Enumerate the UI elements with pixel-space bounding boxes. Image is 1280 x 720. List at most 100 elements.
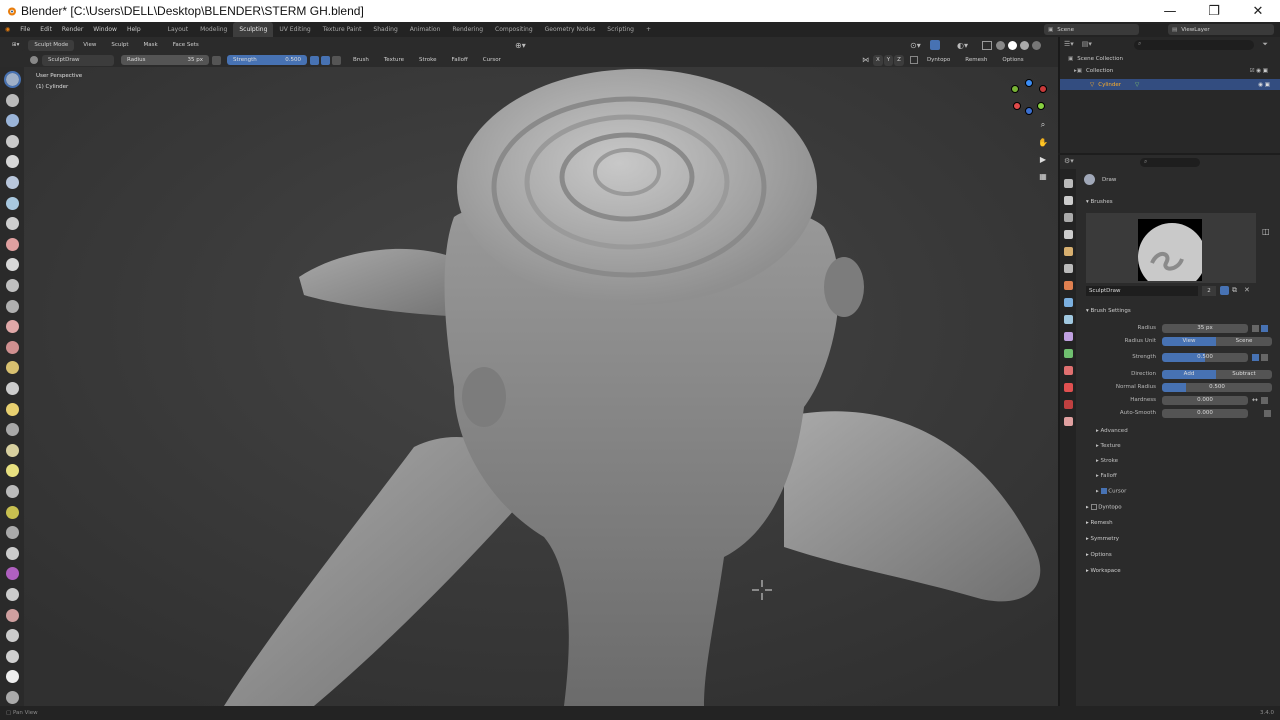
radius-field[interactable]: 35 px — [1162, 323, 1248, 333]
outliner-search-input[interactable]: ⌕ — [1134, 40, 1254, 50]
properties-tab-icon[interactable] — [1064, 179, 1073, 188]
view-layer-selector[interactable]: ▤ ViewLayer — [1168, 24, 1274, 35]
outliner-editor-icon[interactable]: ☰▾ — [1064, 40, 1074, 48]
menu-sculpt[interactable]: Sculpt — [105, 40, 134, 51]
navigation-gizmo[interactable] — [1009, 77, 1049, 117]
gizmo-toggle-icon[interactable] — [930, 40, 940, 50]
sculpt-tool-icon[interactable] — [6, 114, 19, 128]
subpanel-stroke[interactable]: ▸ Stroke — [1096, 458, 1118, 464]
transform-pivot-icon[interactable]: ⊕▾ — [515, 41, 526, 50]
menu-window[interactable]: Window — [88, 22, 122, 37]
sculpt-tool-icon[interactable] — [6, 546, 19, 560]
panel-workspace[interactable]: ▸ Workspace — [1086, 568, 1121, 574]
properties-tab-icon[interactable] — [1064, 315, 1073, 324]
menu-render[interactable]: Render — [57, 22, 88, 37]
sculpt-tool-icon[interactable] — [6, 320, 19, 334]
sculpt-tool-icon[interactable] — [6, 155, 19, 169]
visibility-icons[interactable]: ☑ ◉ ▣ — [1250, 68, 1268, 74]
dyntopo-checkbox[interactable] — [1090, 504, 1097, 510]
options-menu[interactable]: Options — [996, 55, 1029, 66]
menu-cursor[interactable]: Cursor — [477, 55, 507, 66]
menu-file[interactable]: File — [15, 22, 35, 37]
hardness-field[interactable]: 0.000 — [1162, 395, 1248, 405]
menu-view[interactable]: View — [77, 40, 102, 51]
menu-mask[interactable]: Mask — [138, 40, 164, 51]
menu-face-sets[interactable]: Face Sets — [167, 40, 205, 51]
dyntopo-menu[interactable]: Dyntopo — [921, 55, 956, 66]
panel-symmetry[interactable]: ▸ Symmetry — [1086, 536, 1119, 542]
auto-smooth-field[interactable]: 0.000 — [1162, 408, 1248, 418]
gizmo-y-axis[interactable] — [1037, 102, 1045, 110]
pan-hand-icon[interactable]: ✋ — [1037, 136, 1049, 148]
menu-brush[interactable]: Brush — [347, 55, 375, 66]
unlink-brush-icon[interactable]: ✕ — [1244, 286, 1250, 294]
tab-shading[interactable]: Shading — [367, 22, 403, 37]
sculpt-tool-icon[interactable] — [6, 505, 19, 519]
remesh-menu[interactable]: Remesh — [959, 55, 993, 66]
sculpt-tool-icon[interactable] — [6, 340, 19, 354]
subpanel-cursor[interactable]: ▸ Cursor — [1096, 488, 1126, 495]
radius-unit-scene[interactable]: Scene — [1216, 336, 1272, 346]
sculpt-tool-icon[interactable] — [6, 588, 19, 601]
properties-tab-icon[interactable] — [1064, 383, 1073, 392]
gizmo-x-neg-axis[interactable] — [1039, 85, 1047, 93]
radius-slider[interactable]: Radius 35 px — [121, 55, 209, 65]
strength-slider[interactable]: Strength 0.500 — [227, 55, 307, 65]
menu-stroke[interactable]: Stroke — [413, 55, 443, 66]
properties-tab-icon[interactable] — [1064, 230, 1073, 239]
properties-tab-icon[interactable] — [1064, 332, 1073, 341]
sculpt-tool-icon[interactable] — [6, 567, 19, 581]
tab-compositing[interactable]: Compositing — [489, 22, 539, 37]
sculpt-tool-icon[interactable] — [6, 649, 19, 663]
outliner-display-mode-icon[interactable]: ▤▾ — [1082, 40, 1092, 48]
properties-tab-icon[interactable] — [1064, 349, 1073, 358]
menu-edit[interactable]: Edit — [35, 22, 57, 37]
strength-field[interactable]: 0.500 — [1162, 352, 1248, 362]
sculpt-tool-icon[interactable] — [6, 670, 19, 684]
outliner-filter-icon[interactable]: ⏷ — [1262, 40, 1268, 49]
sculpt-tool-icon[interactable] — [6, 258, 19, 272]
sculpt-tool-icon[interactable] — [6, 443, 19, 457]
tab-layout[interactable]: Layout — [162, 22, 194, 37]
brush-settings-header[interactable]: ▾ Brush Settings — [1086, 308, 1131, 314]
menu-help[interactable]: Help — [122, 22, 146, 37]
sculpt-tool-icon[interactable] — [6, 134, 19, 148]
properties-tab-icon[interactable] — [1064, 298, 1073, 307]
scene-selector[interactable]: ▣ Scene — [1044, 24, 1139, 35]
cursor-checkbox[interactable] — [1100, 488, 1107, 494]
properties-tab-icon[interactable] — [1064, 264, 1073, 273]
brush-name-field[interactable]: SculptDraw — [1086, 286, 1198, 296]
properties-search-input[interactable]: ⌕ — [1140, 158, 1200, 167]
brush-users-count[interactable]: 2 — [1202, 286, 1216, 296]
sculpt-tool-icon[interactable] — [6, 176, 19, 189]
sculpt-tool-icon[interactable] — [6, 382, 19, 395]
properties-tab-icon[interactable] — [1064, 366, 1073, 375]
sculpt-tool-icon[interactable] — [6, 361, 19, 375]
close-button[interactable]: ✕ — [1236, 0, 1280, 22]
mirror-x-toggle[interactable]: X — [873, 54, 883, 66]
tab-scripting[interactable]: Scripting — [601, 22, 640, 37]
strength-pressure-icon[interactable] — [1252, 353, 1259, 361]
tab-modeling[interactable]: Modeling — [194, 22, 233, 37]
normal-radius-field[interactable]: 0.500 — [1162, 382, 1272, 392]
gizmo-y-neg-axis[interactable] — [1011, 85, 1019, 93]
blender-menu-icon[interactable]: ◉ — [0, 22, 15, 37]
zoom-icon[interactable]: ⌕ — [1037, 119, 1049, 131]
sculpt-tool-icon[interactable] — [6, 196, 19, 210]
radius-pressure-icon[interactable] — [212, 55, 221, 65]
view-object-types-icon[interactable]: ⊙▾ — [910, 41, 921, 50]
shading-material-icon[interactable] — [1020, 40, 1029, 50]
tab-rendering[interactable]: Rendering — [446, 22, 489, 37]
editor-type-icon[interactable]: ⊞▾ — [6, 39, 26, 51]
shading-solid-icon[interactable] — [1008, 40, 1017, 50]
camera-view-icon[interactable]: ▶ — [1037, 153, 1049, 165]
radius-pressure-icon[interactable] — [1252, 324, 1259, 332]
tab-uv-editing[interactable]: UV Editing — [273, 22, 316, 37]
xray-icon[interactable] — [982, 40, 992, 50]
tab-geometry-nodes[interactable]: Geometry Nodes — [539, 22, 602, 37]
tab-sculpting[interactable]: Sculpting — [233, 22, 274, 37]
hardness-pressure-icon[interactable] — [1260, 396, 1268, 404]
strength-pressure-toggle-icon[interactable] — [1261, 353, 1268, 361]
radius-unit-view[interactable]: View — [1162, 336, 1216, 346]
gizmo-z-neg-axis[interactable] — [1025, 107, 1033, 115]
